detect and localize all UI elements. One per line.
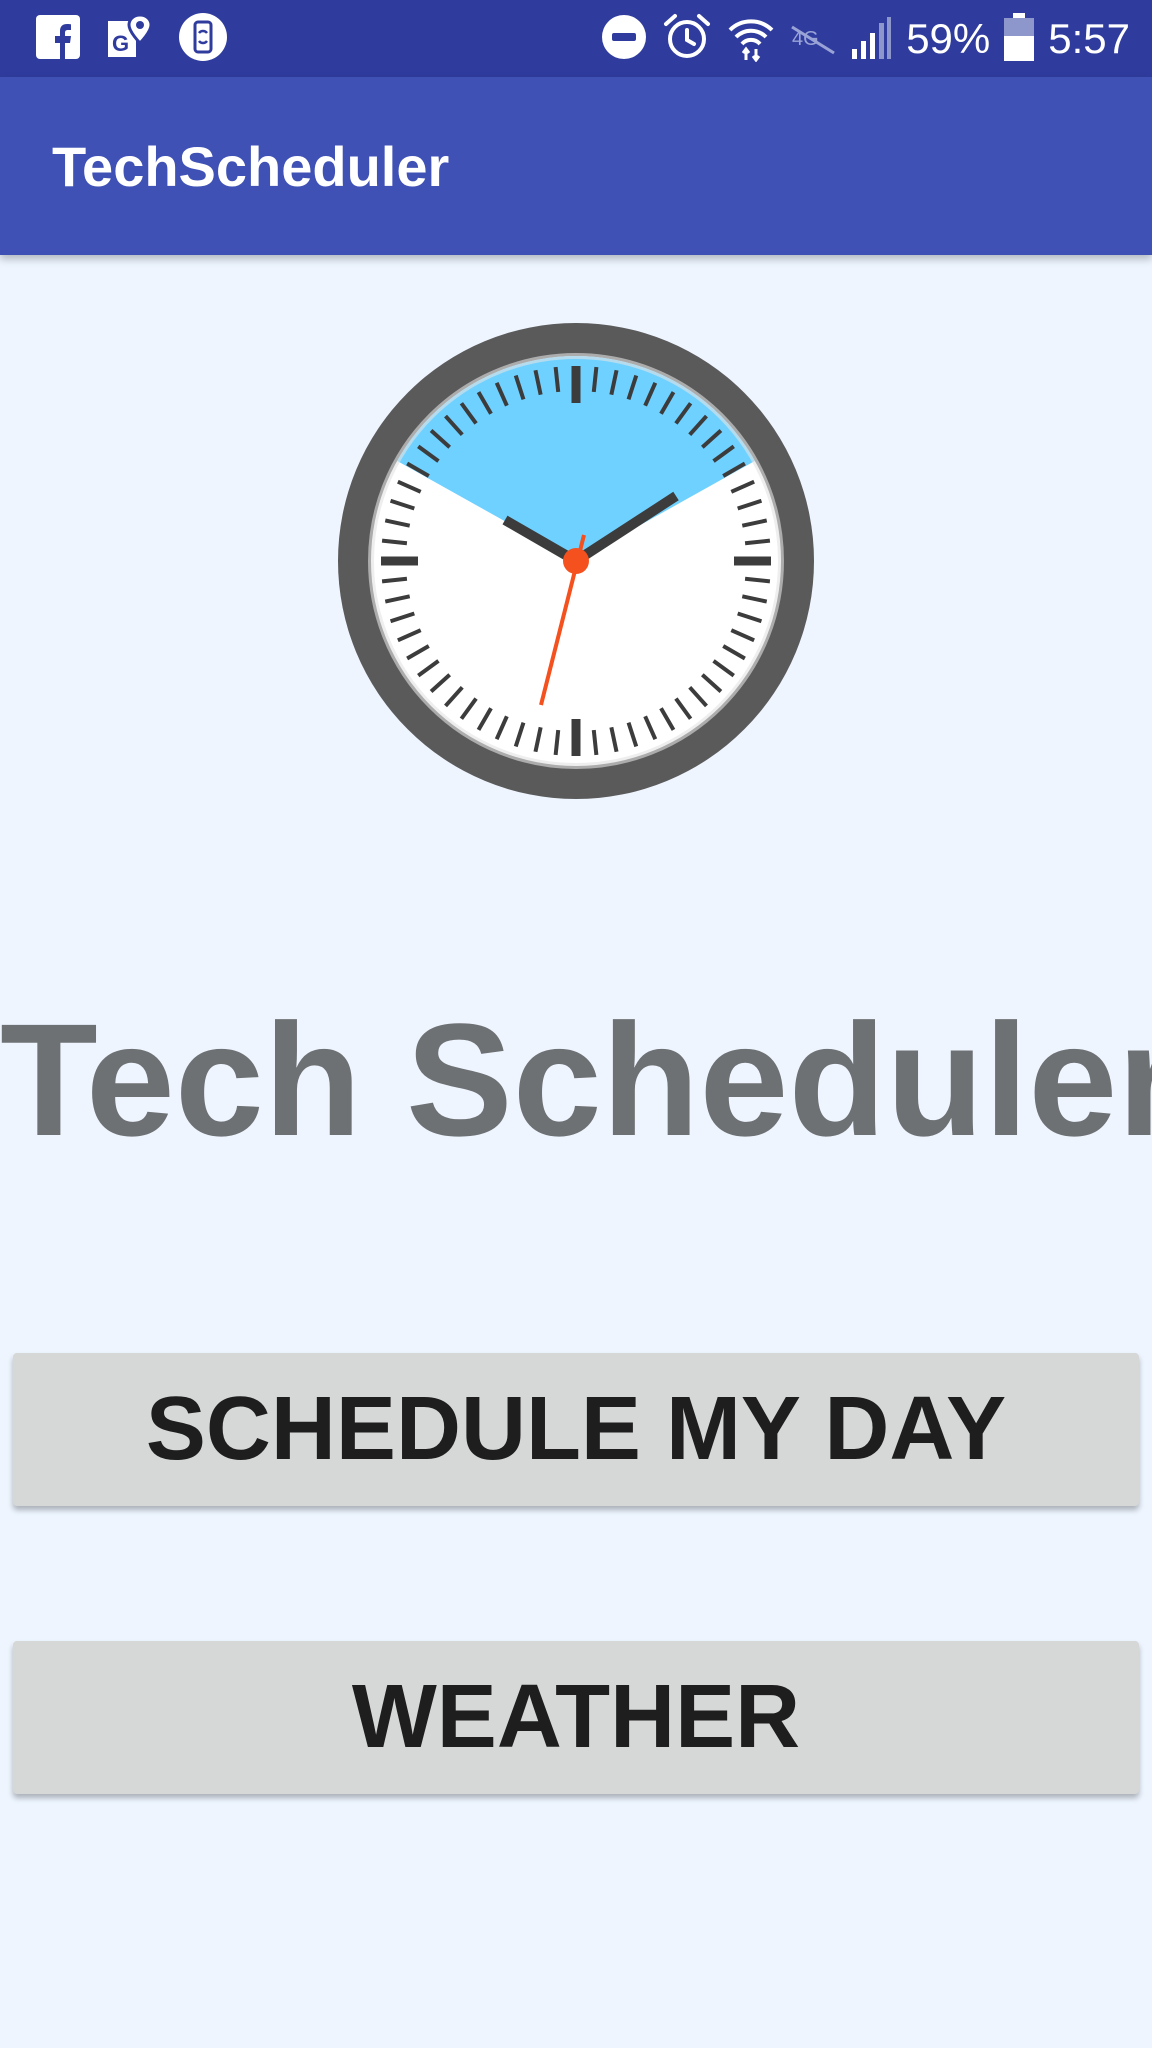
clock-minor-tick [591,729,599,756]
status-bar: G 4G 59% 5:57 [0,0,1152,77]
maps-icon: G [106,12,153,66]
phone-sync-icon [178,12,228,67]
clock-minor-tick [553,729,561,756]
wifi-icon [726,12,776,67]
clock-icon [335,320,817,802]
battery-icon [1004,12,1035,66]
clock-minor-tick [381,576,408,584]
system-icons: 4G 59% 5:57 [600,12,1130,66]
schedule-my-day-button[interactable]: SCHEDULE MY DAY [13,1353,1139,1506]
clock-minor-tick [381,538,408,546]
weather-button[interactable]: WEATHER [13,1641,1139,1794]
facebook-icon [36,14,80,64]
clock-minor-tick [744,576,771,584]
lte-off-icon: 4G [790,17,836,62]
clock-minor-tick [591,366,599,393]
clock-minor-tick [553,366,561,393]
notification-icons: G [36,12,228,66]
svg-text:4G: 4G [792,28,819,50]
app-title: TechScheduler [52,135,450,198]
svg-text:G: G [112,31,129,56]
signal-icon [850,15,892,64]
status-time: 5:57 [1048,15,1130,62]
clock-minor-tick [744,538,771,546]
app-bar: TechScheduler [0,77,1152,255]
battery-percent: 59% [906,15,991,62]
hero-title: Tech Scheduler [0,990,1152,1169]
do-not-disturb-icon [600,13,648,66]
alarm-icon [662,12,712,67]
